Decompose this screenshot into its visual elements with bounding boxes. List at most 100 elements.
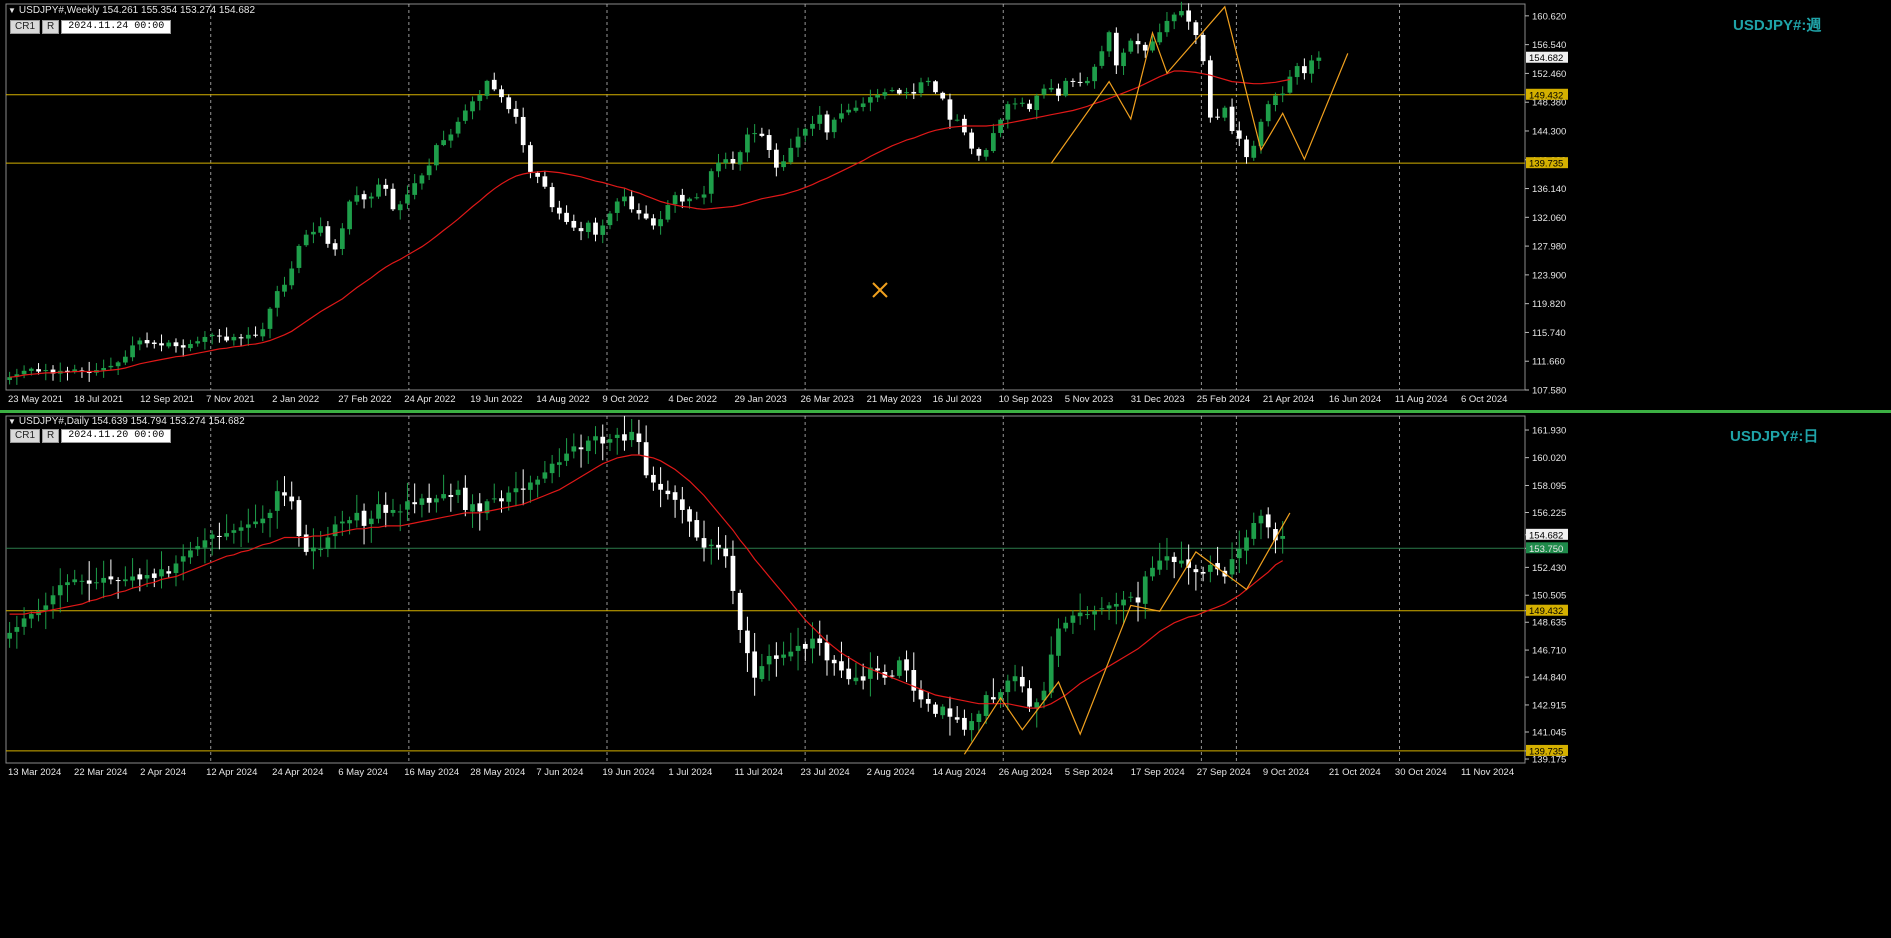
collapse-triangle-icon[interactable]: ▼ [8,417,16,426]
daily-candle-body [643,442,649,476]
weekly-candle-body [405,194,410,204]
weekly-candle-body [470,101,475,112]
weekly-cr-button[interactable]: CR1 [10,20,41,34]
daily-button-row: CR1 R 2024.11.20 00:00 [10,429,172,443]
weekly-candle-body [137,340,143,345]
weekly-candle-body [21,370,27,375]
daily-candle-body [1027,688,1032,707]
weekly-candle-body [1106,32,1112,52]
daily-candle-body [173,563,179,574]
daily-price-label: 146.710 [1532,646,1566,657]
daily-candle-body [737,592,743,630]
daily-chart-panel[interactable]: 161.930 160.020 158.095 156.225 154.682 153.7… [0,413,1891,938]
daily-candle-body [101,577,107,583]
daily-candle-body [752,651,758,678]
weekly-datetime-field[interactable]: 2024.11.24 00:00 [61,20,172,34]
daily-r-button[interactable]: R [42,429,60,443]
weekly-candle-body [1027,103,1032,110]
daily-candle-body [151,573,157,578]
weekly-date-label: 18 Jul 2021 [74,394,123,405]
daily-candle-body [282,492,287,496]
weekly-price-label: 107.580 [1532,386,1566,397]
daily-price-axis: 161.930 160.020 158.095 156.225 154.682 153.7… [1525,426,1566,766]
daily-candle-body [1157,560,1163,570]
daily-candle-body [1244,537,1249,551]
weekly-candle-body [788,147,794,163]
weekly-candle-body [101,367,107,371]
daily-candle-body [383,504,389,513]
weekly-hline-label: 149.432 [1529,90,1563,101]
daily-symbol-header: ▼ USDJPY#,Daily 154.639 154.794 153.274 1… [8,416,245,427]
daily-date-label: 7 Jun 2024 [536,767,583,778]
daily-candle-body [571,446,577,452]
weekly-price-label: 127.980 [1532,242,1566,253]
weekly-date-label: 7 Nov 2021 [206,394,255,405]
weekly-candle-body [253,334,258,336]
daily-chart-svg[interactable]: 161.930 160.020 158.095 156.225 154.682 153.7… [0,413,1891,938]
daily-candle-body [556,462,562,465]
weekly-candle-body [217,335,222,337]
weekly-chart-svg[interactable]: 160.620156.540152.460148.380144.300140.2… [0,0,1891,410]
weekly-candle-body [28,368,34,371]
daily-candle-body [535,479,541,485]
weekly-candle-body [1113,32,1119,66]
weekly-candle-body [998,119,1003,133]
daily-candle-body [658,483,663,490]
daily-candle-body [976,713,982,722]
weekly-candle-body [1034,95,1040,110]
daily-date-label: 16 May 2024 [404,767,459,778]
weekly-r-button[interactable]: R [42,20,60,34]
collapse-triangle-icon[interactable]: ▼ [8,6,16,15]
daily-candle-body [947,708,953,717]
daily-candle-body [1128,596,1134,598]
weekly-candle-body [1215,116,1220,118]
weekly-candle-body [412,183,418,195]
daily-candle-body [904,659,909,671]
daily-date-label: 11 Jul 2024 [734,767,782,778]
daily-candle-body [57,585,63,596]
weekly-candle-body [484,80,490,96]
weekly-candle-body [607,213,613,226]
daily-candle-body [224,533,229,537]
daily-candle-body [1164,556,1170,561]
daily-plot-frame[interactable] [5,415,1526,764]
weekly-candle-body [723,159,729,164]
daily-date-label: 22 Mar 2024 [74,767,127,778]
daily-bid-label: 153.750 [1529,544,1563,555]
weekly-candle-body [231,336,237,341]
weekly-date-label: 2 Jan 2022 [272,394,319,405]
weekly-chart-panel[interactable]: 160.620156.540152.460148.380144.300140.2… [0,0,1891,410]
daily-candle-body [1150,567,1155,577]
weekly-candle-body [130,345,135,358]
weekly-candle-body [1099,51,1105,66]
daily-candle-body [7,632,12,639]
weekly-candle-body [108,365,114,368]
daily-candle-body [701,538,707,548]
weekly-date-label: 16 Jul 2023 [933,394,982,405]
daily-header-text: USDJPY#,Daily 154.639 154.794 153.274 15… [18,416,245,427]
weekly-candle-body [1005,104,1011,120]
daily-candle-body [267,512,273,519]
daily-date-label: 2 Apr 2024 [140,767,186,778]
weekly-date-axis: 23 May 2021 18 Jul 2021 12 Sep 2021 7 Nov 2… [8,394,1507,405]
weekly-candle-body [1070,80,1076,82]
weekly-candle-body [224,336,229,341]
weekly-date-label: 11 Aug 2024 [1395,394,1448,405]
weekly-candle-body [115,362,121,367]
daily-cr-button[interactable]: CR1 [10,429,41,443]
daily-candle-body [72,579,78,583]
weekly-candle-body [419,175,425,184]
daily-candle-body [50,595,56,605]
daily-candle-body [274,491,280,511]
weekly-plot-frame[interactable] [5,3,1526,391]
weekly-candle-body [593,222,598,235]
daily-candle-body [311,547,316,552]
weekly-candle-body [1200,34,1206,62]
daily-candle-body [687,509,692,522]
weekly-candle-body [1280,93,1286,95]
daily-hline-label: 149.432 [1529,606,1563,617]
weekly-candle-body [759,133,765,136]
daily-candle-body [723,548,729,557]
daily-datetime-field[interactable]: 2024.11.20 00:00 [61,429,172,443]
daily-candle-body [455,489,461,496]
